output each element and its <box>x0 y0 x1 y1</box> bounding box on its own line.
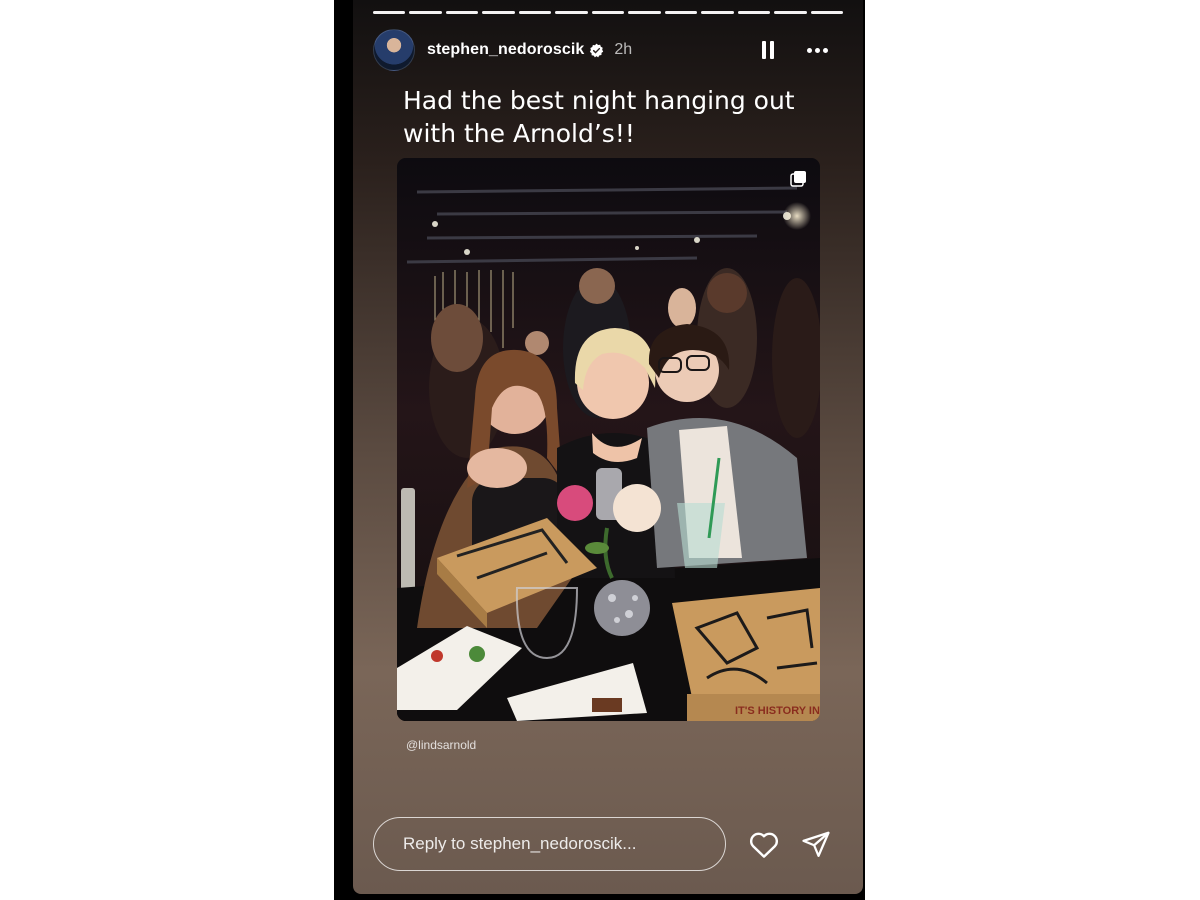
story-progress-bar <box>373 11 844 14</box>
pizza-box-text: IT'S HISTORY IN <box>735 705 820 717</box>
more-options-icon[interactable] <box>803 39 831 61</box>
reply-field-wrapper[interactable] <box>373 817 726 871</box>
multiple-photos-icon <box>790 170 808 188</box>
username-link[interactable]: stephen_nedoroscik <box>427 41 584 59</box>
pause-icon[interactable] <box>757 39 779 61</box>
avatar[interactable] <box>373 29 415 71</box>
mention-tag[interactable]: @lindsarnold <box>406 738 476 752</box>
shared-post-photo[interactable]: IT'S HISTORY IN <box>397 158 820 721</box>
party-photo-illustration: IT'S HISTORY IN <box>397 158 820 721</box>
heart-icon[interactable] <box>747 827 781 861</box>
progress-segment <box>445 11 479 14</box>
progress-segment <box>774 11 807 14</box>
verified-badge-icon <box>589 43 604 58</box>
progress-segment <box>482 11 515 14</box>
progress-segment <box>628 11 661 14</box>
story-header: stephen_nedoroscik 2h <box>373 29 843 71</box>
progress-segment <box>664 11 698 14</box>
story-card[interactable]: stephen_nedoroscik 2h Had the best night… <box>353 0 863 894</box>
progress-segment <box>518 11 552 14</box>
story-caption: Had the best night hanging out with the … <box>403 86 795 148</box>
reply-bar <box>373 816 843 872</box>
progress-segment <box>409 11 442 14</box>
reply-input[interactable] <box>401 833 705 855</box>
send-icon[interactable] <box>799 827 833 861</box>
progress-segment <box>737 11 771 14</box>
progress-segment <box>701 11 734 14</box>
progress-segment <box>555 11 588 14</box>
progress-segment <box>810 11 844 14</box>
progress-segment <box>591 11 625 14</box>
post-time: 2h <box>614 41 633 58</box>
progress-segment <box>373 11 406 14</box>
